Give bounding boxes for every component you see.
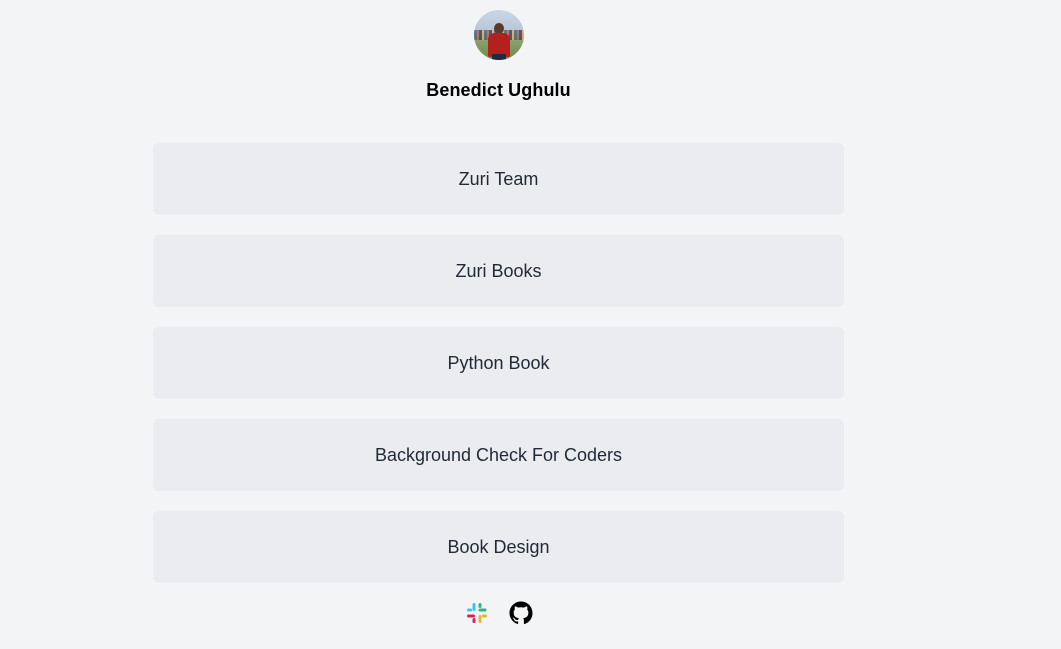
- link-label: Zuri Books: [455, 260, 542, 281]
- avatar: [473, 10, 524, 60]
- link-label: Book Design: [447, 536, 550, 557]
- profile-header: Benedict Ughulu: [0, 0, 997, 101]
- link-zuri-team[interactable]: Zuri Team: [153, 143, 844, 215]
- github-icon[interactable]: [509, 601, 533, 625]
- link-zuri-books[interactable]: Zuri Books: [153, 235, 844, 307]
- link-book-design[interactable]: Book Design: [153, 511, 844, 583]
- link-label: Python Book: [447, 352, 550, 373]
- avatar-legs: [491, 54, 506, 60]
- link-label: Background Check For Coders: [374, 444, 623, 465]
- slack-icon[interactable]: [465, 601, 489, 625]
- link-label: Zuri Team: [458, 168, 539, 189]
- link-background-check[interactable]: Background Check For Coders: [153, 419, 844, 491]
- profile-name: Benedict Ughulu: [426, 80, 571, 100]
- link-python-book[interactable]: Python Book: [153, 327, 844, 399]
- social-links: [0, 601, 997, 625]
- links-list: Zuri Team Zuri Books Python Book Backgro…: [153, 143, 844, 603]
